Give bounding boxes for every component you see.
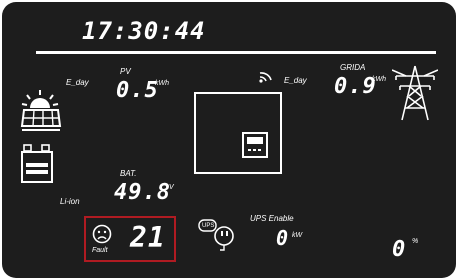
grid-energy-value: 0.9: [334, 74, 377, 99]
pv-label: PV: [120, 67, 131, 76]
pv-eday-label: E_day: [66, 78, 89, 87]
ups-power-value: 0: [276, 226, 290, 250]
time-readout: 17:30:44: [82, 17, 206, 45]
ups-power-unit: kW: [292, 232, 303, 239]
ups-badge: UPS: [202, 223, 215, 229]
fault-indicator: Fault 21: [84, 216, 176, 262]
battery-type-label: Li-ion: [60, 197, 80, 206]
load-value: 0: [392, 237, 407, 262]
sad-face-icon: [92, 224, 112, 244]
inverter-icon: [194, 92, 282, 174]
load-unit: %: [412, 238, 419, 245]
battery-icon: [21, 144, 53, 183]
solar-panel-icon: [20, 109, 62, 131]
battery-voltage-value: 49.8: [114, 180, 171, 205]
battery-voltage-unit: V: [169, 184, 174, 191]
lcd-display: 17:30:44 E_day PV 0.5 kWh Li-ion BAT. 49…: [2, 2, 456, 278]
pv-energy-value: 0.5: [116, 78, 159, 103]
battery-label: BAT.: [120, 169, 137, 178]
fault-label: Fault: [92, 247, 108, 254]
fault-code-value: 21: [130, 221, 166, 254]
power-tower-icon: [392, 65, 438, 121]
grid-eday-label: E_day: [284, 76, 307, 85]
pv-energy-unit: kWh: [155, 80, 169, 87]
ups-enable-label: UPS Enable: [250, 214, 294, 223]
grid-label: GRIDA: [340, 63, 366, 72]
header-divider: [36, 51, 436, 54]
grid-energy-unit: kWh: [372, 76, 386, 83]
wifi-signal-icon: [259, 72, 272, 83]
